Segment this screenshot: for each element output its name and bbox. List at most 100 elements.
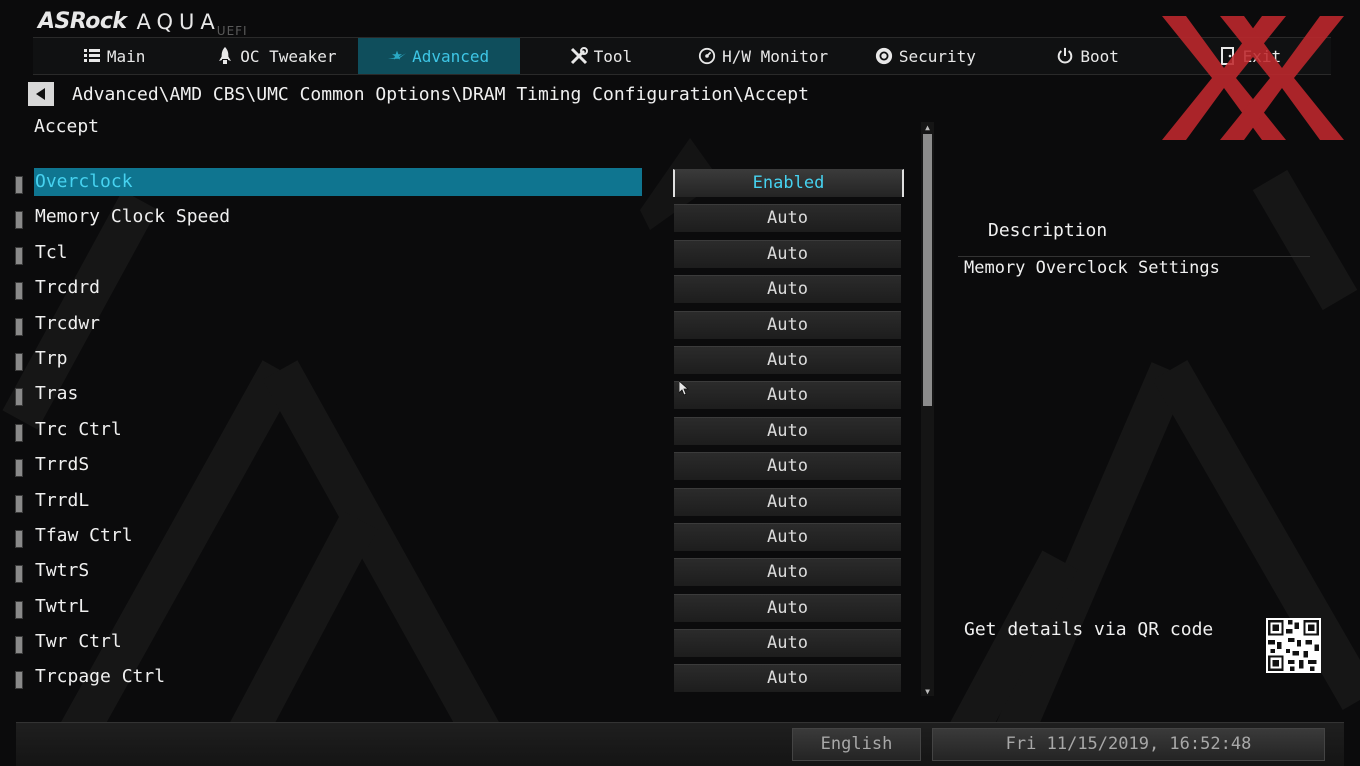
setting-row-tcl[interactable]: Tcl Auto: [0, 239, 920, 274]
scrollbar-thumb[interactable]: [923, 134, 932, 406]
brand-suffix: UEFI: [216, 24, 248, 38]
brand-logo: ASRock AQUA UEFI: [38, 6, 248, 38]
mouse-cursor-icon: [679, 381, 689, 396]
row-bullet: [15, 246, 23, 265]
setting-label[interactable]: Trcpage Ctrl: [34, 663, 642, 691]
setting-row-twtrs[interactable]: TwtrS Auto: [0, 557, 920, 592]
row-bullet: [15, 600, 23, 619]
brand-product: AQUA: [136, 10, 221, 34]
qr-code-icon[interactable]: [1266, 618, 1321, 673]
list-icon: [83, 47, 101, 65]
setting-row-trcdrd[interactable]: Trcdrd Auto: [0, 274, 920, 309]
setting-label[interactable]: TwtrS: [34, 557, 642, 585]
setting-value[interactable]: Auto: [674, 487, 901, 516]
tab-hw-monitor[interactable]: H/W Monitor: [682, 38, 844, 74]
setting-value[interactable]: Auto: [674, 629, 901, 658]
setting-label[interactable]: Trcdwr: [34, 310, 642, 338]
datetime-display[interactable]: Fri 11/15/2019, 16:52:48: [932, 728, 1325, 761]
setting-row-trrdl[interactable]: TrrdL Auto: [0, 487, 920, 522]
setting-row-memory-clock-speed[interactable]: Memory Clock Speed Auto: [0, 203, 920, 238]
setting-row-twtrl[interactable]: TwtrL Auto: [0, 593, 920, 628]
setting-label[interactable]: Tras: [34, 380, 642, 408]
setting-row-tfaw-ctrl[interactable]: Tfaw Ctrl Auto: [0, 522, 920, 557]
setting-value[interactable]: Auto: [674, 558, 901, 587]
tab-label: Exit: [1242, 46, 1282, 66]
setting-row-tras[interactable]: Tras Auto: [0, 380, 920, 415]
setting-row-trcpage-ctrl[interactable]: Trcpage Ctrl Auto: [0, 663, 920, 698]
back-button[interactable]: [28, 82, 54, 106]
row-bullet: [15, 176, 23, 194]
setting-label[interactable]: Twr Ctrl: [34, 628, 642, 656]
setting-row-trrds[interactable]: TrrdS Auto: [0, 451, 920, 486]
tab-label: Boot: [1080, 46, 1119, 66]
setting-row-trc-ctrl[interactable]: Trc Ctrl Auto: [0, 416, 920, 451]
language-button[interactable]: English: [792, 728, 921, 761]
row-bullet: [15, 423, 23, 442]
brand-name: ASRock: [38, 9, 127, 34]
tab-label: Main: [106, 46, 146, 66]
setting-value[interactable]: Auto: [674, 275, 901, 304]
scroll-up-icon[interactable]: ▲: [921, 122, 934, 132]
setting-value[interactable]: Enabled: [673, 169, 904, 197]
triangle-left-icon: [36, 88, 45, 100]
settings-list: Overclock Enabled Memory Clock Speed Aut…: [0, 168, 920, 699]
row-bullet: [15, 636, 23, 655]
shield-icon: [875, 47, 893, 65]
row-bullet: [15, 352, 23, 371]
setting-value[interactable]: Auto: [674, 239, 901, 268]
tools-icon: [570, 47, 588, 65]
setting-label[interactable]: Memory Clock Speed: [34, 203, 642, 231]
setting-label[interactable]: Tcl: [34, 239, 642, 267]
watermark-logo: [1162, 16, 1344, 140]
scroll-down-icon[interactable]: ▼: [921, 686, 934, 696]
description-divider: [958, 256, 1310, 257]
setting-value[interactable]: Auto: [674, 593, 901, 622]
tab-tool[interactable]: Tool: [520, 38, 682, 74]
section-title: Accept: [34, 116, 100, 137]
setting-value[interactable]: Auto: [674, 522, 901, 551]
row-bullet: [15, 388, 23, 407]
setting-label[interactable]: TrrdS: [34, 451, 642, 479]
tab-main[interactable]: Main: [33, 38, 195, 74]
setting-value[interactable]: Auto: [674, 416, 901, 445]
setting-value[interactable]: Auto: [674, 381, 901, 410]
setting-label[interactable]: Trc Ctrl: [34, 416, 642, 444]
row-bullet: [15, 459, 23, 478]
qr-code-label: Get details via QR code: [964, 619, 1214, 640]
tab-label: H/W Monitor: [722, 46, 829, 66]
setting-label[interactable]: Trcdrd: [34, 274, 642, 302]
tab-label: Tool: [593, 46, 633, 66]
setting-label[interactable]: TrrdL: [34, 487, 642, 515]
setting-value[interactable]: Auto: [674, 310, 901, 339]
setting-value[interactable]: Auto: [674, 664, 901, 693]
rocket-icon: [216, 47, 234, 65]
settings-scrollbar[interactable]: ▲ ▼: [921, 122, 934, 696]
row-bullet: [15, 282, 23, 301]
row-bullet: [15, 565, 23, 584]
row-bullet: [15, 671, 23, 690]
tab-advanced[interactable]: Advanced: [357, 38, 520, 74]
setting-label[interactable]: Overclock: [34, 168, 642, 196]
setting-row-twr-ctrl[interactable]: Twr Ctrl Auto: [0, 628, 920, 663]
setting-label[interactable]: Trp: [34, 345, 642, 373]
tab-boot[interactable]: Boot: [1007, 38, 1169, 74]
tab-exit[interactable]: Exit: [1169, 38, 1331, 74]
tab-security[interactable]: Security: [844, 38, 1006, 74]
setting-label[interactable]: Tfaw Ctrl: [34, 522, 642, 550]
setting-value[interactable]: Auto: [674, 452, 901, 481]
setting-value[interactable]: Auto: [674, 204, 901, 233]
gauge-icon: [698, 47, 716, 65]
tab-label: Advanced: [412, 46, 490, 66]
setting-row-overclock[interactable]: Overclock Enabled: [0, 168, 920, 203]
power-icon: [1056, 47, 1074, 65]
description-title: Description: [988, 220, 1108, 241]
setting-row-trp[interactable]: Trp Auto: [0, 345, 920, 380]
row-bullet: [15, 529, 23, 548]
setting-label[interactable]: TwtrL: [34, 593, 642, 621]
main-navigation: Main OC Tweaker Advanced Tool H/W Monito…: [33, 37, 1331, 75]
tab-oc-tweaker[interactable]: OC Tweaker: [195, 38, 357, 74]
row-bullet: [15, 211, 23, 230]
setting-value[interactable]: Auto: [674, 345, 901, 374]
setting-row-trcdwr[interactable]: Trcdwr Auto: [0, 310, 920, 345]
exit-icon: [1219, 47, 1237, 65]
